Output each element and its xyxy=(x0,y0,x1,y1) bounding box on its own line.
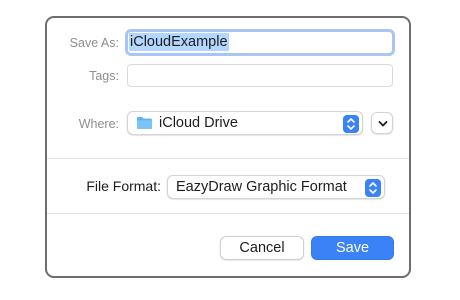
file-format-popup[interactable]: EazyDraw Graphic Format xyxy=(167,175,385,199)
divider-top xyxy=(47,158,409,159)
chevron-down-icon xyxy=(376,118,390,130)
file-format-popup-value: EazyDraw Graphic Format xyxy=(176,179,347,195)
tags-field[interactable] xyxy=(127,64,393,87)
expand-dialog-button[interactable] xyxy=(371,112,393,134)
divider-bottom xyxy=(47,213,409,214)
folder-icon xyxy=(136,116,153,130)
filename-field[interactable]: iCloudExample xyxy=(125,29,395,56)
file-format-label: File Format: xyxy=(86,178,161,194)
save-as-label: Save As: xyxy=(69,36,119,50)
save-button[interactable]: Save xyxy=(311,236,394,260)
filename-selected-text: iCloudExample xyxy=(129,33,229,51)
save-dialog: Save As: iCloudExample Tags: Where: iClo… xyxy=(45,16,411,278)
where-popup-value: iCloud Drive xyxy=(159,115,238,131)
up-down-chevrons-icon xyxy=(343,115,359,133)
up-down-chevrons-icon xyxy=(365,179,381,197)
where-label: Where: xyxy=(78,117,119,131)
cancel-button[interactable]: Cancel xyxy=(220,236,304,260)
where-popup[interactable]: iCloud Drive xyxy=(127,111,363,135)
tags-label: Tags: xyxy=(89,69,119,83)
